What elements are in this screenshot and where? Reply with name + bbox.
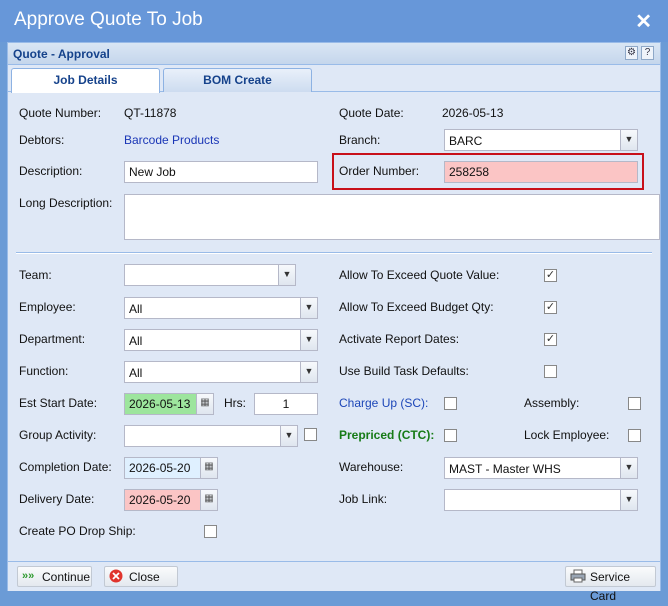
quote-date-label: Quote Date:: [339, 106, 404, 120]
est-start-date-label: Est Start Date:: [19, 396, 98, 410]
chevron-down-icon[interactable]: ▼: [300, 362, 317, 382]
quote-approval-panel: Quote - Approval ⚙ ? Job Details BOM Cre…: [7, 42, 661, 603]
long-description-label: Long Description:: [19, 196, 113, 210]
calendar-icon[interactable]: ▦: [196, 394, 213, 414]
group-activity-checkbox[interactable]: [304, 428, 317, 441]
allow-exceed-budget-checkbox[interactable]: ✓: [544, 301, 557, 314]
est-start-date-value: 2026-05-13: [129, 397, 191, 411]
job-link-select[interactable]: ▼: [444, 489, 638, 511]
chevron-down-icon[interactable]: ▼: [278, 265, 295, 285]
chevron-down-icon[interactable]: ▼: [620, 490, 637, 510]
prepriced-label: Prepriced (CTC):: [339, 428, 435, 442]
completion-date-input[interactable]: 2026-05-20 ▦: [124, 457, 218, 479]
service-card-button-label: Service Card: [590, 570, 631, 603]
group-activity-label: Group Activity:: [19, 428, 97, 442]
service-card-button[interactable]: Service Card: [565, 566, 656, 603]
chevron-down-icon[interactable]: ▼: [300, 298, 317, 318]
branch-label: Branch:: [339, 133, 381, 147]
charge-up-label: Charge Up (SC):: [339, 396, 429, 410]
tab-strip: Job Details BOM Create: [8, 66, 660, 93]
charge-up-checkbox[interactable]: [444, 397, 457, 410]
team-select[interactable]: ▼: [124, 264, 296, 286]
tab-bom-create[interactable]: BOM Create: [163, 68, 312, 92]
calendar-icon[interactable]: ▦: [200, 490, 217, 510]
completion-date-value: 2026-05-20: [129, 461, 191, 475]
branch-value: BARC: [449, 134, 483, 148]
quote-date-value: 2026-05-13: [442, 106, 504, 120]
prepriced-checkbox[interactable]: [444, 429, 457, 442]
debtors-label: Debtors:: [19, 133, 65, 147]
function-select[interactable]: All ▼: [124, 361, 318, 383]
order-number-highlight: [332, 153, 644, 190]
team-label: Team:: [19, 268, 52, 282]
tab-job-details[interactable]: Job Details: [11, 68, 160, 93]
lock-employee-label: Lock Employee:: [524, 428, 610, 442]
use-build-task-label: Use Build Task Defaults:: [339, 364, 469, 378]
panel-header: Quote - Approval ⚙ ?: [8, 43, 660, 65]
gear-icon[interactable]: ⚙: [625, 46, 638, 60]
window-titlebar: Approve Quote To Job ✕: [0, 0, 668, 42]
branch-select[interactable]: BARC ▼: [444, 129, 638, 151]
chevron-down-icon[interactable]: ▼: [280, 426, 297, 446]
chevron-down-icon[interactable]: ▼: [620, 130, 637, 150]
continue-icon: »»: [22, 570, 35, 582]
chevron-down-icon[interactable]: ▼: [620, 458, 637, 478]
delivery-date-input[interactable]: 2026-05-20 ▦: [124, 489, 218, 511]
job-link-label: Job Link:: [339, 492, 388, 506]
calendar-icon[interactable]: ▦: [200, 458, 217, 478]
department-value: All: [129, 334, 143, 348]
employee-label: Employee:: [19, 300, 76, 314]
department-select[interactable]: All ▼: [124, 329, 318, 351]
footer-toolbar: »» Continue Close Service Card: [8, 561, 660, 603]
completion-date-label: Completion Date:: [19, 460, 112, 474]
printer-icon: [570, 569, 586, 583]
window-title: Approve Quote To Job: [14, 9, 203, 30]
allow-exceed-quote-label: Allow To Exceed Quote Value:: [339, 268, 500, 282]
warehouse-label: Warehouse:: [339, 460, 404, 474]
employee-select[interactable]: All ▼: [124, 297, 318, 319]
continue-button-label: Continue: [42, 570, 91, 584]
department-label: Department:: [19, 332, 86, 346]
activate-report-label: Activate Report Dates:: [339, 332, 460, 346]
assembly-checkbox[interactable]: [628, 397, 641, 410]
description-input[interactable]: New Job: [124, 161, 318, 183]
warehouse-select[interactable]: MAST - Master WHS ▼: [444, 457, 638, 479]
quote-number-label: Quote Number:: [19, 106, 102, 120]
continue-button[interactable]: »» Continue: [17, 566, 92, 587]
help-icon[interactable]: ?: [641, 46, 654, 60]
est-start-date-input[interactable]: 2026-05-13 ▦: [124, 393, 214, 415]
use-build-task-checkbox[interactable]: [544, 365, 557, 378]
allow-exceed-budget-label: Allow To Exceed Budget Qty:: [339, 300, 494, 314]
job-details-form: Quote Number: QT-11878 Quote Date: 2026-…: [8, 93, 660, 561]
function-label: Function:: [19, 364, 69, 378]
group-activity-select[interactable]: ▼: [124, 425, 298, 447]
hrs-input[interactable]: 1: [254, 393, 318, 415]
hrs-label: Hrs:: [224, 396, 246, 410]
activate-report-checkbox[interactable]: ✓: [544, 333, 557, 346]
assembly-label: Assembly:: [524, 396, 580, 410]
allow-exceed-quote-checkbox[interactable]: ✓: [544, 269, 557, 282]
long-description-textarea[interactable]: [124, 194, 660, 240]
close-icon: [109, 569, 125, 583]
quote-number-value: QT-11878: [124, 106, 177, 120]
close-icon[interactable]: ✕: [635, 9, 652, 34]
lock-employee-checkbox[interactable]: [628, 429, 641, 442]
delivery-date-value: 2026-05-20: [129, 493, 191, 507]
close-button[interactable]: Close: [104, 566, 178, 587]
delivery-date-label: Delivery Date:: [19, 492, 95, 506]
create-po-label: Create PO Drop Ship:: [19, 524, 136, 538]
warehouse-value: MAST - Master WHS: [449, 462, 561, 476]
panel-title: Quote - Approval: [13, 47, 110, 61]
description-label: Description:: [19, 164, 83, 178]
divider: [16, 252, 652, 254]
chevron-down-icon[interactable]: ▼: [300, 330, 317, 350]
close-button-label: Close: [129, 570, 160, 584]
employee-value: All: [129, 302, 143, 316]
create-po-checkbox[interactable]: [204, 525, 217, 538]
function-value: All: [129, 366, 143, 380]
debtors-link[interactable]: Barcode Products: [124, 133, 219, 147]
